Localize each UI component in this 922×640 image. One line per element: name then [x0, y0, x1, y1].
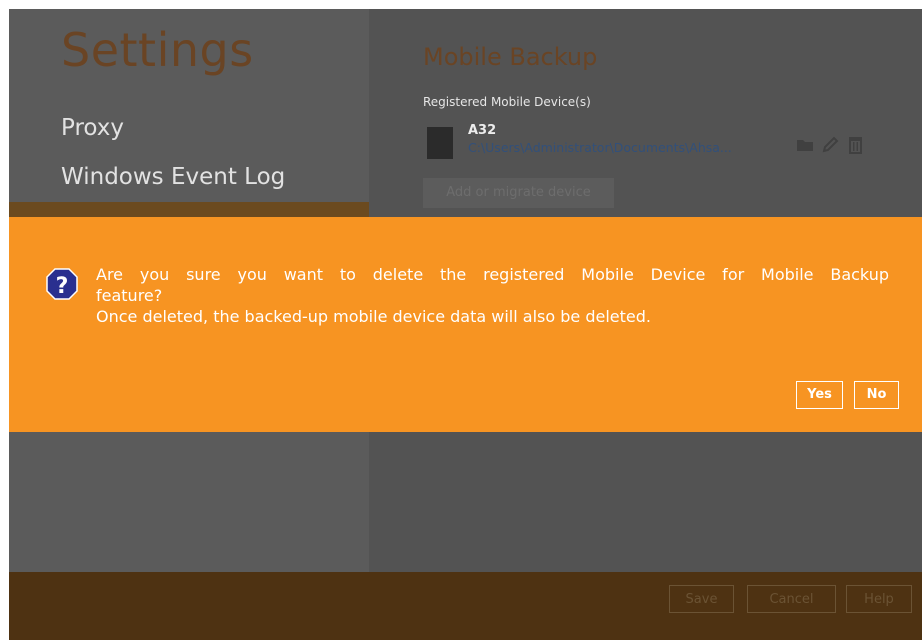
device-path-link[interactable]: C:\Users\Administrator\Documents\Ahsa... — [468, 140, 732, 155]
trash-icon[interactable] — [846, 135, 865, 154]
add-device-button[interactable]: Add or migrate device — [423, 178, 614, 208]
mobile-device-icon — [427, 127, 453, 159]
dialog-message-line2: feature? — [96, 286, 163, 305]
sidebar-item-windows-event-log[interactable]: Windows Event Log — [61, 164, 285, 190]
help-button[interactable]: Help — [846, 585, 912, 613]
no-button[interactable]: No — [854, 381, 899, 409]
device-name: A32 — [468, 123, 497, 138]
yes-button[interactable]: Yes — [796, 381, 843, 409]
dialog-message-line1: Are you sure you want to delete the regi… — [96, 265, 889, 284]
confirm-delete-dialog: ? Are you sure you want to delete the re… — [9, 217, 922, 432]
edit-icon[interactable] — [821, 135, 840, 154]
settings-title: Settings — [61, 23, 254, 77]
svg-text:?: ? — [56, 274, 69, 299]
dialog-message-line3: Once deleted, the backed-up mobile devic… — [96, 307, 651, 326]
question-icon: ? — [46, 268, 78, 300]
page-title: Mobile Backup — [423, 43, 598, 71]
registered-devices-label: Registered Mobile Device(s) — [423, 95, 591, 109]
cancel-button[interactable]: Cancel — [747, 585, 836, 613]
folder-icon[interactable] — [796, 135, 815, 154]
sidebar-item-proxy[interactable]: Proxy — [61, 115, 124, 141]
save-button[interactable]: Save — [669, 585, 734, 613]
dialog-message: Are you sure you want to delete the regi… — [96, 264, 889, 327]
